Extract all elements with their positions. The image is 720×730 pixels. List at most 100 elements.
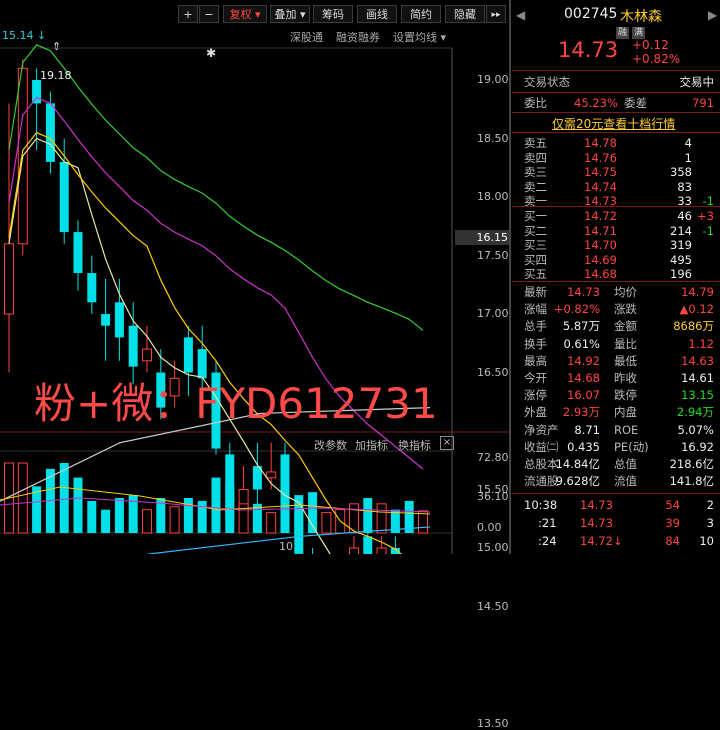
divider [512,281,720,282]
add-indicator-button[interactable]: 加指标 [355,437,388,453]
candle-body [183,337,193,373]
y-tick-label: 13.50 [477,716,509,730]
weibi-label: 委比 [524,96,547,110]
weicha-label: 委差 [624,96,647,110]
next-stock-icon[interactable]: ▶ [708,8,717,22]
tick-price: 14.73 [580,498,613,512]
stat-row: 净资产 8.71 ROE 5.07% [512,423,720,437]
stat-row: 收益㈡ 0.435 PE(动) 16.92 [512,440,720,454]
stat-row: 最新 14.73 均价 14.79 [512,285,720,299]
stat-row: 最高 14.92 最低 14.63 [512,354,720,368]
bid-price: 14.72 [584,209,617,223]
high-annotation: 19.18 [40,69,72,82]
stat-row: 换手 0.61% 量比 1.12 [512,337,720,351]
ask-row[interactable]: 卖四 14.76 1 [512,151,720,165]
candle-body [128,325,138,367]
volume-bar [17,462,28,534]
stat-row: 涨幅 +0.82% 涨跌 ▲0.12 [512,302,720,316]
stat-label: 总手 [524,319,547,334]
ask-volume: 4 [684,136,692,150]
stat-label: 最低 [614,353,637,368]
stat-row: 外盘 2.93万 内盘 2.94万 [512,405,720,419]
bid-change: -1 [702,223,714,238]
tick-row: :24 14.72↓ 84 10 [512,534,720,548]
ask-price: 14.74 [584,179,617,194]
stat-label: 换手 [524,336,547,351]
stat-label: 净资产 [524,422,559,437]
bid-row[interactable]: 买三 14.70 319 [512,238,720,252]
ask-label: 卖三 [524,165,547,179]
y-tick-label: 15.00 [477,541,509,554]
bid-volume: 319 [670,238,692,252]
weibi-row: 委比 45.23% 委差 791 [512,96,720,110]
y-tick-label: 19.00 [477,73,509,86]
panel-divider[interactable] [509,0,511,554]
switch-indicator-button[interactable]: 换指标 [398,437,431,453]
stat-row: 涨停 16.07 跌停 13.15 [512,388,720,402]
status-value: 交易中 [679,75,715,89]
ask-row[interactable]: 卖二 14.74 83 [512,180,720,194]
ask-label: 卖五 [524,136,547,150]
volume-bar [101,509,111,533]
stat-label: 涨跌 [614,302,637,317]
candle-body [349,547,359,554]
stat-value: 16.92 [681,439,714,454]
level10-promo-link[interactable]: 仅需20元查看十档行情 [552,115,675,132]
stat-label: 量比 [614,336,637,351]
stat-label: 最新 [524,285,547,299]
watermark-text: 粉+微：FYD612731 [34,379,438,428]
bid-row[interactable]: 买二 14.71 214 -1 [512,224,720,238]
volume-bar [225,483,235,533]
bid-price: 14.69 [584,252,617,267]
current-price: 14.73 [558,38,619,62]
bid-label: 买五 [524,267,547,281]
candlestick-svg [0,44,510,554]
candle-body [87,273,97,303]
divider [512,70,720,71]
stat-value: 2.94万 [676,405,714,420]
bid-row[interactable]: 买四 14.69 495 [512,253,720,267]
candle-body [363,536,373,554]
tick-count: 10 [699,534,714,548]
prev-stock-icon[interactable]: ◀ [516,8,525,22]
bid-price: 14.68 [584,267,617,281]
ask-row[interactable]: 卖三 14.75 358 [512,165,720,179]
stat-value: +0.82% [553,302,600,317]
change-params-button[interactable]: 改参数 [314,437,347,453]
ask-row[interactable]: 卖五 14.78 4 [512,136,720,150]
bid-volume: 495 [670,252,692,267]
stat-value: 14.63 [681,353,714,368]
bid-row[interactable]: 买一 14.72 46 +3 [512,209,720,223]
ask-label: 卖二 [524,179,547,194]
stock-name: 木林森 [620,9,662,25]
stat-value: 14.61 [681,371,714,385]
stat-label: 内盘 [614,405,637,420]
stat-label: 总股本 [524,457,559,471]
stat-label: 收益㈡ [524,439,559,454]
volume-bar [169,506,180,534]
divider [512,206,720,207]
divider [512,493,720,494]
candle-body [4,243,14,315]
bid-volume: 196 [670,267,692,281]
quote-panel: ◀ 002745 木林森 ▶ 融 满 14.73 +0.12 +0.82% 交易… [512,0,720,554]
bid-row[interactable]: 买五 14.68 196 [512,267,720,281]
stat-row: 流通股 9.628亿 流值 141.8亿 [512,474,720,488]
y-tick-label: 17.00 [477,307,509,320]
bid-change: +3 [697,209,714,223]
stat-row: 总手 5.87万 金额 8686万 [512,319,720,333]
tick-row: 10:38 14.73 54 2 [512,498,720,512]
kline-chart-area[interactable]: + − 复权 ▾ 叠加 ▾ 筹码 画线 简约 隐藏 ▸▸ 15.14 ↓ 深股通… [0,0,510,730]
close-indicator-icon[interactable]: × [440,436,454,450]
divider [512,132,720,133]
stat-value: 9.628亿 [555,474,600,489]
stat-label: 涨停 [524,388,547,403]
stat-label: 昨收 [614,371,637,385]
stock-code: 002745 [564,6,618,22]
ask-price: 14.76 [584,150,617,165]
tick-volume: 84 [665,534,680,548]
stat-value: 5.07% [677,422,714,437]
bid-label: 买三 [524,238,547,252]
divider [512,92,720,93]
tick-price: 14.72↓ [580,534,623,548]
